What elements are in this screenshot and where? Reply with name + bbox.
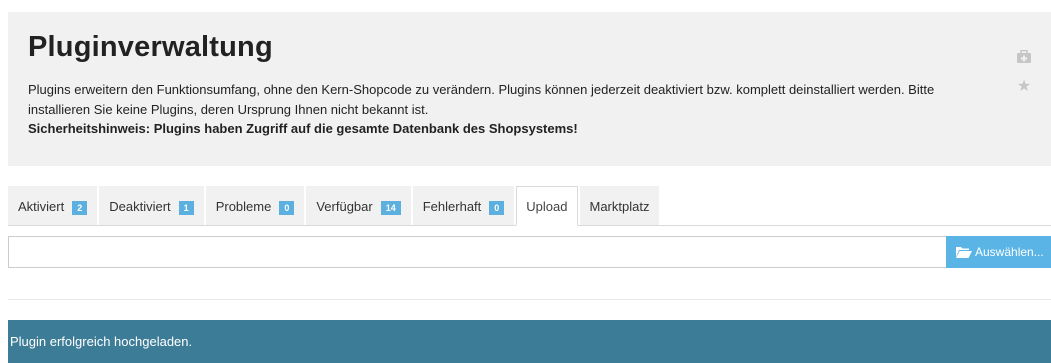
description-text: Plugins erweitern den Funktionsumfang, o…: [28, 82, 935, 117]
file-path-input[interactable]: [8, 236, 946, 268]
tab-label: Deaktiviert: [109, 198, 171, 214]
tab-aktiviert[interactable]: Aktiviert 2: [8, 186, 98, 226]
count-badge: 0: [279, 201, 295, 215]
tab-upload[interactable]: Upload: [516, 186, 578, 226]
security-warning: Sicherheitshinweis: Plugins haben Zugrif…: [28, 121, 578, 136]
tab-label: Marktplatz: [589, 198, 650, 214]
tab-label: Fehlerhaft: [422, 198, 482, 214]
count-badge: 1: [178, 201, 194, 215]
tab-label: Probleme: [215, 198, 272, 214]
tab-probleme[interactable]: Probleme 0: [205, 186, 305, 226]
page-title: Pluginverwaltung: [28, 31, 273, 63]
count-badge: 2: [72, 201, 88, 215]
star-icon[interactable]: ★: [1015, 78, 1033, 96]
page-description: Plugins erweitern den Funktionsumfang, o…: [28, 80, 988, 139]
tab-label: Verfügbar: [316, 198, 373, 214]
count-badge: 0: [489, 201, 505, 215]
tab-label: Aktiviert: [18, 198, 65, 214]
count-badge: 14: [380, 201, 401, 215]
plugin-tabs: Aktiviert 2 Deaktiviert 1 Probleme 0 Ver…: [8, 186, 1051, 226]
alert-message: Plugin erfolgreich hochgeladen.: [10, 334, 193, 349]
page-header: Pluginverwaltung Plugins erweitern den F…: [8, 12, 1051, 166]
upload-row: Auswählen...: [8, 236, 1051, 268]
choose-file-button[interactable]: Auswählen...: [946, 236, 1051, 268]
success-alert: Plugin erfolgreich hochgeladen.: [8, 320, 1051, 363]
tab-marktplatz[interactable]: Marktplatz: [579, 186, 660, 226]
choose-file-label: Auswählen...: [975, 245, 1044, 259]
tab-deaktiviert[interactable]: Deaktiviert 1: [99, 186, 204, 226]
tab-label: Upload: [526, 198, 568, 214]
help-icon[interactable]: [1015, 47, 1033, 65]
folder-open-icon: [956, 246, 972, 258]
tab-verfuegbar[interactable]: Verfügbar 14: [306, 186, 411, 226]
section-divider: [8, 299, 1051, 300]
tab-fehlerhaft[interactable]: Fehlerhaft 0: [412, 186, 515, 226]
